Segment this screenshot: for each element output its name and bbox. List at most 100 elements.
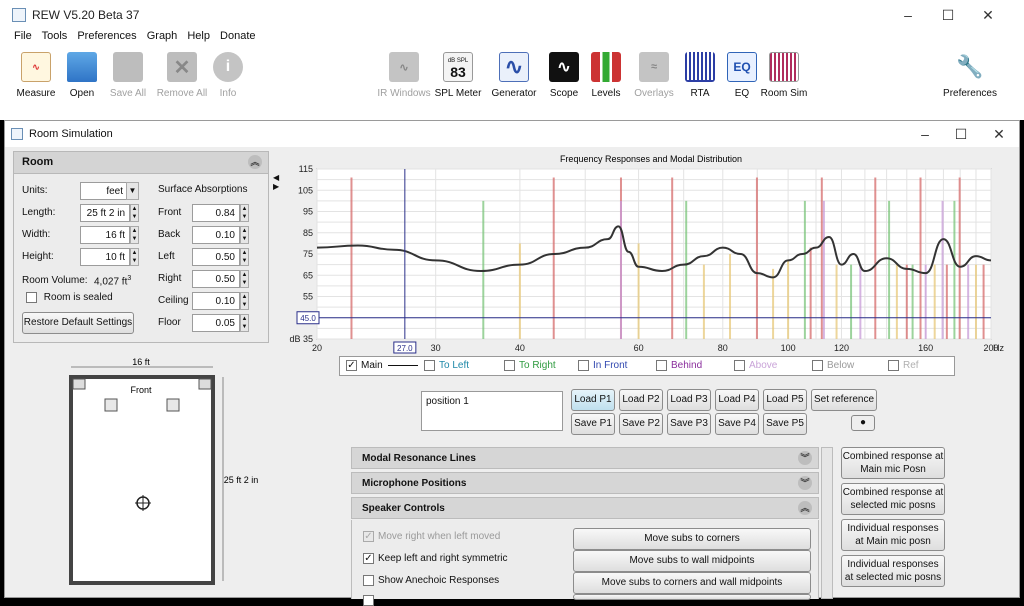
menu-donate[interactable]: Donate	[220, 30, 255, 42]
collapse-speaker-controls-icon[interactable]: ︽	[798, 501, 812, 515]
expand-modal-lines-icon[interactable]: ︾	[798, 451, 812, 465]
legend-item-in-front[interactable]: In Front	[578, 360, 627, 371]
legend-item-ref[interactable]: Ref	[888, 360, 919, 371]
y-tick-label: 105	[298, 185, 313, 195]
menu-graph[interactable]: Graph	[147, 30, 178, 42]
y-tick-label: 65	[303, 270, 313, 280]
expand-mic-positions-icon[interactable]: ︾	[798, 476, 812, 490]
legend-to-right-checkbox[interactable]	[504, 360, 515, 371]
close-button[interactable]: ✕	[968, 4, 1008, 26]
speaker-right-icon[interactable]	[166, 398, 180, 412]
width-field[interactable]: 16 ft	[80, 226, 130, 244]
controls-scrollbar[interactable]	[821, 447, 833, 599]
partial-button[interactable]	[573, 594, 811, 600]
speaker-left-icon[interactable]	[104, 398, 118, 412]
legend-item-below[interactable]: Below	[812, 360, 854, 371]
restore-default-settings-button[interactable]: Restore Default Settings	[22, 312, 134, 334]
room-sealed-checkbox[interactable]	[26, 292, 37, 303]
move-subs-to-corners-button[interactable]: Move subs to corners	[573, 528, 811, 550]
keep-symmetric-option[interactable]: ✓ Keep left and right symmetric	[363, 553, 508, 564]
length-field[interactable]: 25 ft 2 in	[80, 204, 130, 222]
height-row: Height: 10 ft ▲ ▼	[22, 248, 139, 266]
position-name-field[interactable]: position 1	[421, 391, 563, 431]
partial-checkbox[interactable]	[363, 595, 374, 606]
save-p2-button[interactable]: Save P2	[619, 413, 663, 435]
room-sealed-row[interactable]: Room is sealed	[26, 292, 146, 310]
legend-main-checkbox[interactable]: ✓	[346, 360, 357, 371]
move-subs-corners-and-midpoints-button[interactable]: Move subs to corners and wall midpoints	[573, 572, 811, 594]
legend-item-to-left[interactable]: To Left	[424, 360, 469, 371]
speaker-controls-section[interactable]: Speaker Controls ︽	[351, 497, 819, 519]
absorption-front-field[interactable]: 0.84	[192, 204, 240, 222]
absorption-ceiling-spinner[interactable]: ▲ ▼	[240, 292, 249, 310]
absorption-left-field[interactable]: 0.50	[192, 248, 240, 266]
load-p2-button[interactable]: Load P2	[619, 389, 663, 411]
absorption-floor-field[interactable]: 0.05	[192, 314, 240, 332]
sub-left-icon[interactable]	[72, 378, 86, 390]
save-p5-button[interactable]: Save P5	[763, 413, 807, 435]
legend-below-checkbox[interactable]	[812, 360, 823, 371]
save-p3-button[interactable]: Save P3	[667, 413, 711, 435]
load-p4-button[interactable]: Load P4	[715, 389, 759, 411]
units-select[interactable]: feet	[80, 182, 128, 200]
width-spinner[interactable]: ▲ ▼	[130, 226, 139, 244]
absorption-front-spinner[interactable]: ▲ ▼	[240, 204, 249, 222]
maximize-button[interactable]: ☐	[928, 4, 968, 26]
legend-item-main[interactable]: ✓ Main	[346, 360, 419, 371]
individual-main-posn-button[interactable]: Individual responses at Main mic posn	[841, 519, 945, 551]
legend-behind-checkbox[interactable]	[656, 360, 667, 371]
combined-selected-posns-button[interactable]: Combined response at selected mic posns	[841, 483, 945, 515]
length-spinner[interactable]: ▲ ▼	[130, 204, 139, 222]
individual-selected-posns-button[interactable]: Individual responses at selected mic pos…	[841, 555, 945, 587]
keep-symmetric-checkbox[interactable]: ✓	[363, 553, 374, 564]
info-button[interactable]: i Info	[196, 50, 260, 99]
absorption-ceiling-field[interactable]: 0.10	[192, 292, 240, 310]
move-right-checkbox[interactable]: ✓	[363, 531, 374, 542]
legend-above-checkbox[interactable]	[734, 360, 745, 371]
height-field[interactable]: 10 ft	[80, 248, 130, 266]
absorption-right-spinner[interactable]: ▲ ▼	[240, 270, 249, 288]
levels-icon	[591, 52, 621, 82]
absorption-back-field[interactable]: 0.10	[192, 226, 240, 244]
legend-in-front-checkbox[interactable]	[578, 360, 589, 371]
menu-preferences[interactable]: Preferences	[77, 30, 136, 42]
load-p1-button[interactable]: Load P1	[571, 389, 615, 411]
legend-item-above[interactable]: Above	[734, 360, 777, 371]
preferences-button[interactable]: 🔧 Preferences	[938, 50, 1002, 99]
legend-ref-checkbox[interactable]	[888, 360, 899, 371]
camera-icon[interactable]: ●	[851, 415, 875, 431]
move-subs-to-wall-midpoints-button[interactable]: Move subs to wall midpoints	[573, 550, 811, 572]
menu-tools[interactable]: Tools	[42, 30, 68, 42]
pane-divider-arrows-icon[interactable]: ◀ ▶	[273, 173, 279, 191]
load-p3-button[interactable]: Load P3	[667, 389, 711, 411]
anechoic-option[interactable]: Show Anechoic Responses	[363, 575, 499, 586]
absorption-floor-spinner[interactable]: ▲ ▼	[240, 314, 249, 332]
combined-main-posn-button[interactable]: Combined response at Main mic Posn	[841, 447, 945, 479]
spl-meter-button[interactable]: dB SPL 83 SPL Meter	[426, 50, 490, 99]
save-p1-button[interactable]: Save P1	[571, 413, 615, 435]
anechoic-checkbox[interactable]	[363, 575, 374, 586]
save-p4-button[interactable]: Save P4	[715, 413, 759, 435]
sub-right-icon[interactable]	[198, 378, 212, 390]
set-reference-button[interactable]: Set reference	[811, 389, 877, 411]
legend-item-behind[interactable]: Behind	[656, 360, 702, 371]
modal-resonance-lines-section[interactable]: Modal Resonance Lines ︾	[351, 447, 819, 469]
room-maximize-button[interactable]: ☐	[941, 123, 981, 145]
collapse-room-panel-button[interactable]: ︽	[248, 155, 262, 169]
room-sim-button[interactable]: Room Sim	[752, 50, 816, 99]
absorption-left-spinner[interactable]: ▲ ▼	[240, 248, 249, 266]
menu-help[interactable]: Help	[187, 30, 210, 42]
microphone-positions-section[interactable]: Microphone Positions ︾	[351, 472, 819, 494]
room-close-button[interactable]: ✕	[979, 123, 1019, 145]
room-minimize-button[interactable]: –	[905, 123, 945, 145]
load-p5-button[interactable]: Load P5	[763, 389, 807, 411]
height-spinner[interactable]: ▲ ▼	[130, 248, 139, 266]
move-right-option[interactable]: ✓ Move right when left moved	[363, 531, 500, 542]
menu-file[interactable]: File	[14, 30, 32, 42]
legend-item-to-right[interactable]: To Right	[504, 360, 556, 371]
absorption-back-spinner[interactable]: ▲ ▼	[240, 226, 249, 244]
minimize-button[interactable]: –	[888, 4, 928, 26]
legend-to-left-checkbox[interactable]	[424, 360, 435, 371]
units-dropdown-icon[interactable]: ▼	[126, 182, 139, 200]
absorption-right-field[interactable]: 0.50	[192, 270, 240, 288]
